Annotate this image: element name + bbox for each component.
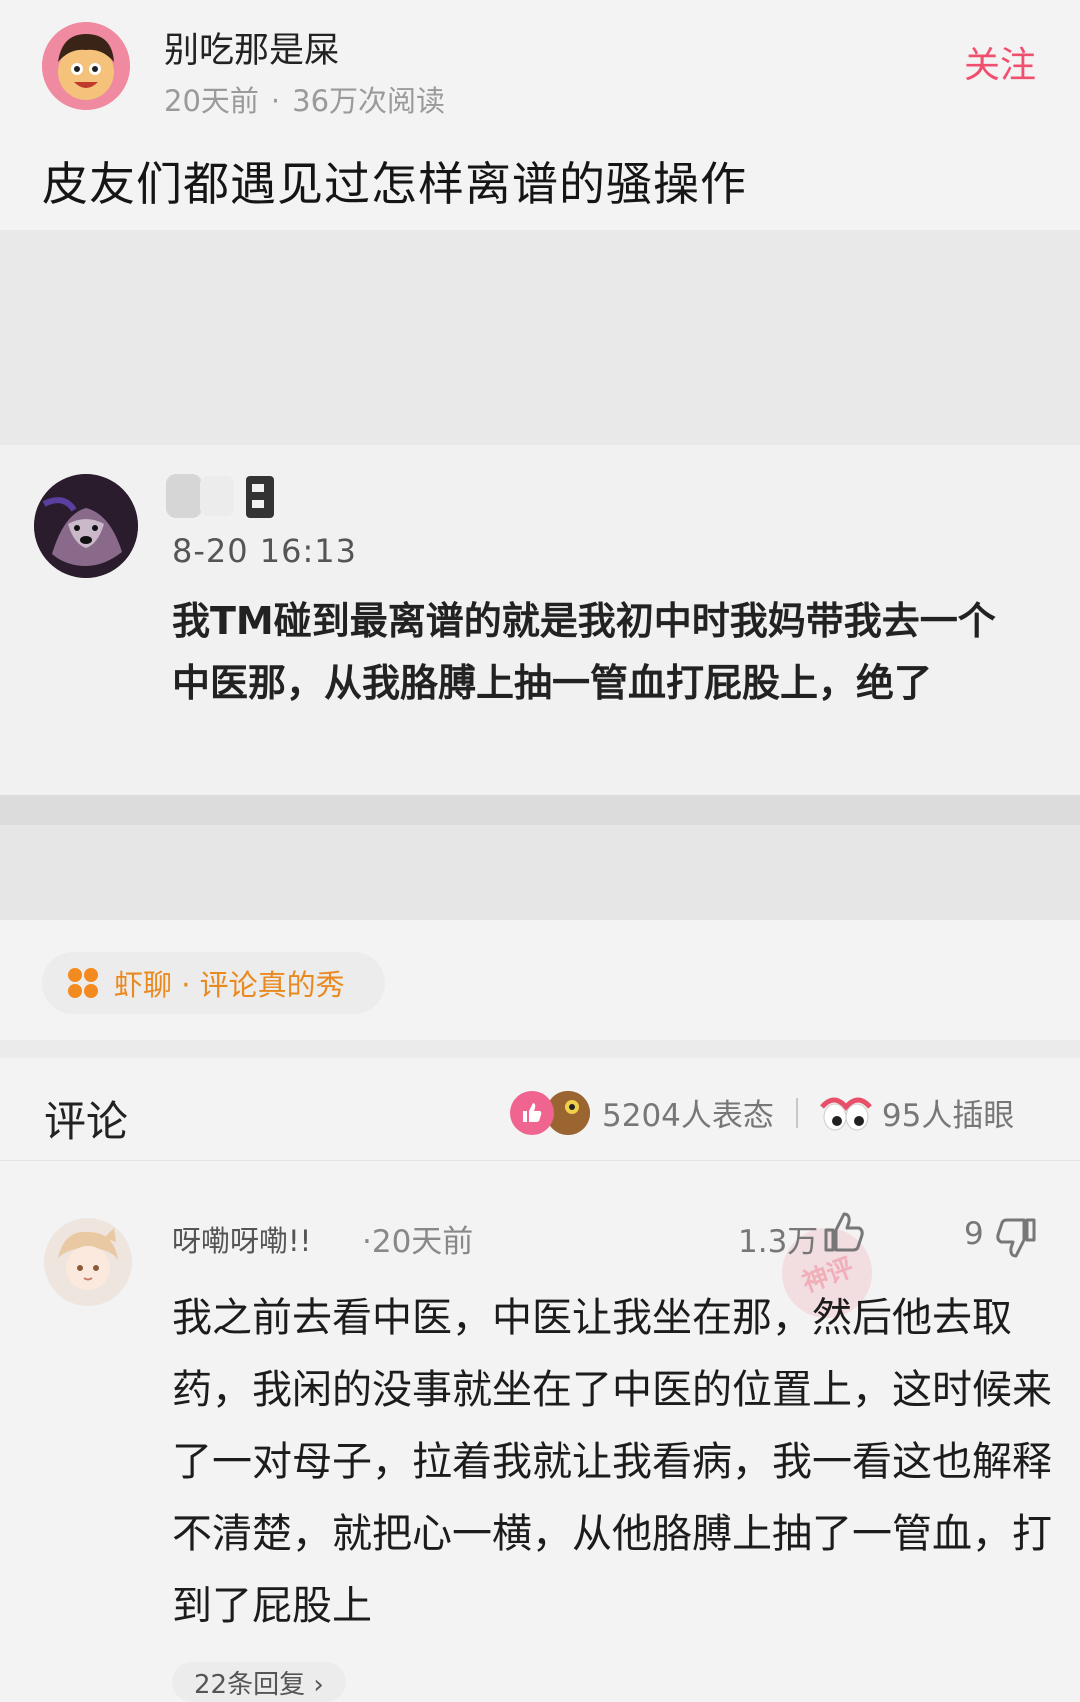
embedded-image-top [0,230,1080,445]
reaction-divider [795,1097,798,1128]
reaction-icons [510,1090,590,1135]
reaction-count: 5204人表态 [602,1098,774,1134]
view-replies-button[interactable]: 22条回复 › [172,1662,346,1702]
thumbs-up-icon[interactable] [822,1210,866,1254]
thumbs-down-icon[interactable] [996,1216,1038,1260]
topic-label: 虾聊 · 评论真的秀 [114,968,345,1002]
section-divider [0,1040,1080,1058]
author-name[interactable]: 别吃那是屎 [164,22,339,73]
embedded-comment-text: 我TM碰到最离谱的就是我初中时我妈带我去一个中医那，从我胳膊上抽一管血打屁股上，… [172,599,996,705]
reaction-summary[interactable]: 5204人表态 95人插眼 [510,1090,1014,1135]
meta-separator: · [270,84,281,118]
eyes-icon [820,1097,872,1130]
embedded-avatar [34,474,138,578]
like-reaction-icon [510,1090,554,1135]
comments-title: 评论 [44,1097,129,1146]
embedded-image-bottom [0,825,1080,920]
post-title: 皮友们都遇见过怎样离谱的骚操作 [42,157,747,211]
post-meta: 20天前 · 36万次阅读 [164,78,445,120]
comment-dislike-count: 9 [964,1216,984,1252]
comment-text: 我之前去看中医，中医让我坐在那，然后他去取药，我闲的没事就坐在了中医的位置上，这… [172,1295,1052,1629]
eyes-count: 95人插眼 [881,1098,1015,1134]
comment-like-count: 1.3万 [738,1224,819,1260]
header-divider [0,1160,1080,1161]
topic-tag[interactable]: 虾聊 · 评论真的秀 [42,952,385,1014]
post-time: 20天前 [164,84,259,118]
follow-button[interactable]: 关注 [964,36,1036,88]
comment-time: ·20天前 [362,1224,474,1260]
commenter-name[interactable]: 呀嘞呀嘞!! [172,1218,311,1260]
embedded-comment-time: 8-20 16:13 [172,532,358,570]
author-avatar[interactable] [42,22,130,110]
four-dots-icon [68,968,98,998]
post-reads: 36万次阅读 [292,84,446,118]
embedded-username-blurred [166,470,286,522]
embedded-divider [0,795,1080,825]
commenter-avatar[interactable] [44,1218,132,1306]
